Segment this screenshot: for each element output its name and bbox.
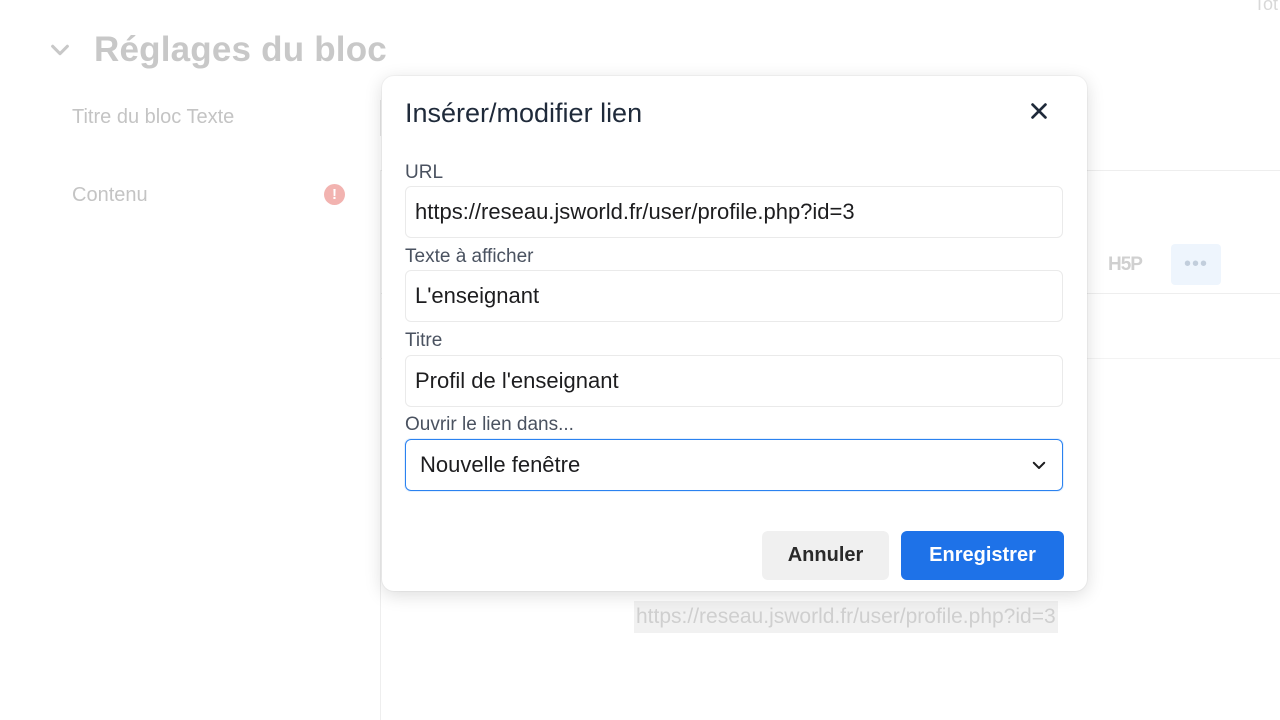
- cancel-button[interactable]: Annuler: [762, 531, 889, 580]
- top-corner-text: Tot: [1253, 0, 1278, 14]
- dialog-title: Insérer/modifier lien: [405, 98, 643, 128]
- editor-link-text[interactable]: https://reseau.jsworld.fr/user/profile.p…: [634, 601, 1058, 633]
- close-icon[interactable]: [1028, 100, 1050, 127]
- open-in-select[interactable]: Nouvelle fenêtre: [405, 439, 1063, 491]
- title-input[interactable]: [405, 355, 1063, 407]
- open-in-selected-value: Nouvelle fenêtre: [420, 452, 581, 477]
- save-button[interactable]: Enregistrer: [901, 531, 1064, 580]
- section-header[interactable]: Réglages du bloc: [48, 30, 387, 70]
- exclamation-circle-icon: !: [324, 184, 345, 205]
- text-to-display-input[interactable]: [405, 270, 1063, 322]
- chevron-down-icon: [1030, 456, 1048, 474]
- link-dialog: Insérer/modifier lien URL Texte à affich…: [382, 76, 1087, 591]
- text-to-display-label: Texte à afficher: [405, 246, 534, 267]
- block-title-label: Titre du bloc Texte: [72, 106, 235, 128]
- open-in-label: Ouvrir le lien dans...: [405, 414, 574, 435]
- close-button[interactable]: [1022, 96, 1056, 130]
- chevron-down-icon[interactable]: [48, 38, 72, 62]
- url-label: URL: [405, 162, 444, 183]
- h5p-button[interactable]: H5P: [1108, 254, 1143, 276]
- content-label: Contenu: [72, 184, 148, 206]
- title-label: Titre: [405, 330, 443, 351]
- section-title: Réglages du bloc: [94, 30, 387, 69]
- more-toolbar-button[interactable]: •••: [1171, 244, 1221, 285]
- url-input[interactable]: [405, 186, 1063, 238]
